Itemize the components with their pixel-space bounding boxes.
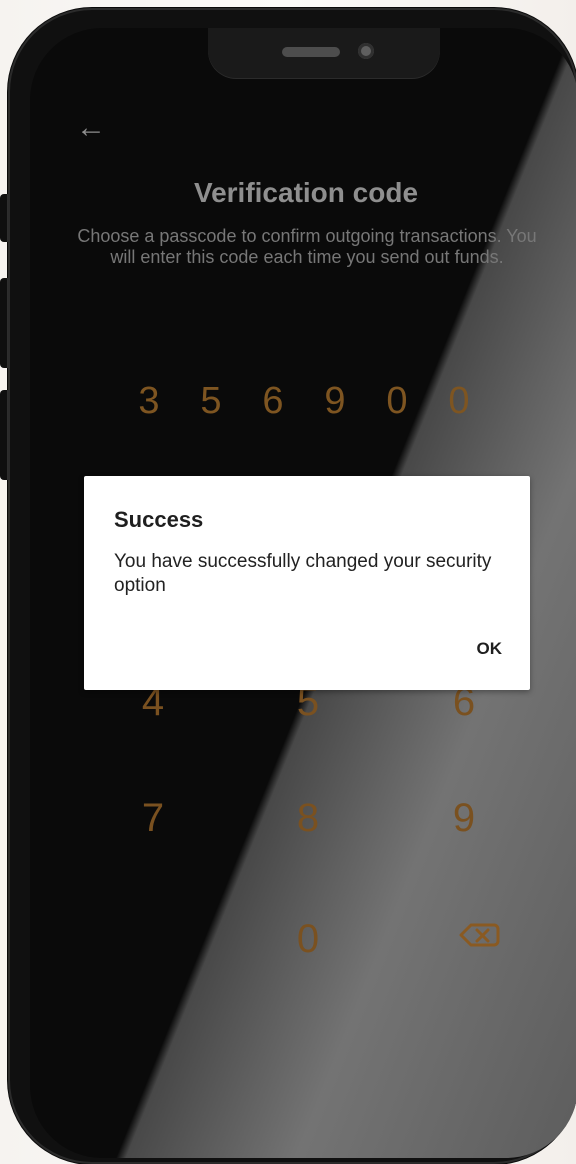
camera-icon [358,43,374,59]
passcode-display: 3 5 6 9 0 0 [130,374,510,428]
phone-notch [208,28,440,78]
keypad-key-8[interactable]: 8 [273,786,343,850]
volume-down-button [0,390,8,480]
speaker-grille [282,47,340,57]
page: ← Verification code Choose a passcode to… [0,0,576,1164]
dialog-title: Success [114,507,204,532]
backspace-icon [459,923,500,947]
passcode-digit: 3 [138,380,160,422]
phone-frame: ← Verification code Choose a passcode to… [0,8,576,1164]
passcode-digit: 6 [262,380,284,422]
page-title: Verification code [193,177,419,208]
passcode-digit: 0 [386,380,408,422]
volume-up-button [0,278,8,368]
arrow-left-icon: ← [76,111,106,144]
backspace-button[interactable] [446,913,510,957]
ok-button[interactable]: OK [464,639,503,659]
passcode-digit: 5 [200,380,222,422]
page-subtitle: Choose a passcode to confirm outgoing tr… [77,226,537,267]
mute-switch [0,194,8,242]
passcode-digit: 9 [324,380,346,422]
success-dialog: Success You have successfully changed yo… [84,476,530,690]
back-button[interactable]: ← [68,108,114,148]
dialog-message: You have successfully changed your secur… [114,551,492,596]
keypad-key-9[interactable]: 9 [429,786,499,850]
passcode-digit: 0 [448,380,470,422]
phone-screen: ← Verification code Choose a passcode to… [30,28,576,1158]
keypad-key-0[interactable]: 0 [273,907,343,971]
keypad-key-7[interactable]: 7 [118,786,188,850]
